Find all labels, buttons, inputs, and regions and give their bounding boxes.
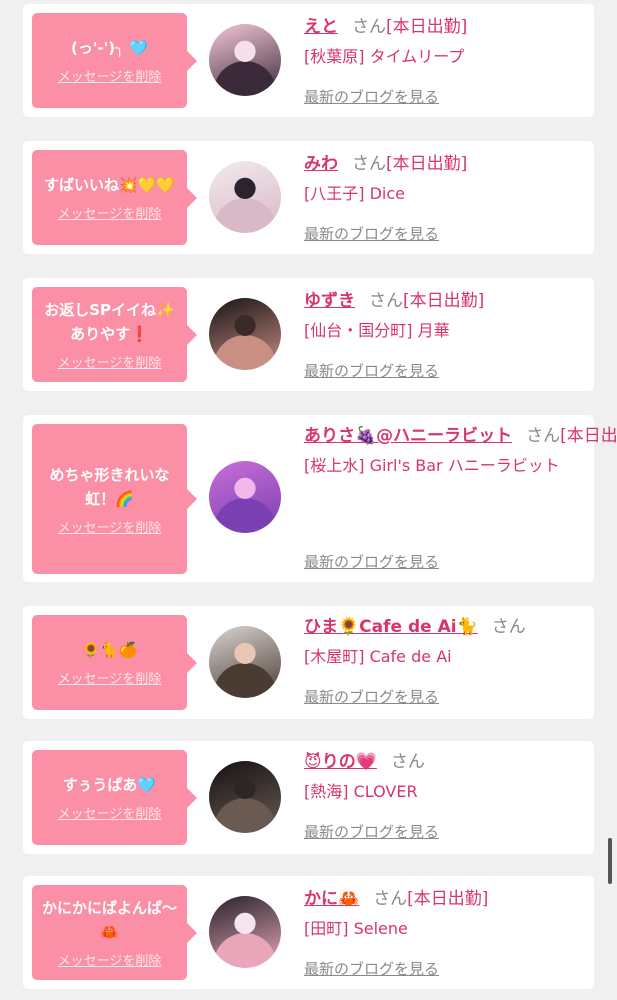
cast-name-link[interactable]: ありさ🍇@ハニーラビット xyxy=(304,426,512,446)
delete-message-link[interactable]: メッセージを削除 xyxy=(58,950,162,969)
cast-name-link[interactable]: 😈りの💗 xyxy=(304,752,377,772)
cast-info: かに🦀 さん[本日出勤] [田町] Selene 最新のブログを見る xyxy=(304,886,586,989)
honorific: さん xyxy=(491,617,526,637)
message-card: めちゃ形きれいな虹！🌈 メッセージを削除 ありさ🍇@ハニーラビットさん[本日出勤… xyxy=(23,415,617,582)
latest-blog-link[interactable]: 最新のブログを見る xyxy=(304,551,439,572)
delete-message-link[interactable]: メッセージを削除 xyxy=(58,517,162,536)
name-line: 😈りの💗 さん xyxy=(304,749,586,775)
honorific: さん xyxy=(526,426,561,446)
honorific: さん xyxy=(352,154,386,174)
latest-blog-link[interactable]: 最新のブログを見る xyxy=(304,821,439,842)
avatar[interactable] xyxy=(209,24,281,96)
cast-name-link[interactable]: ゆずき xyxy=(304,291,355,311)
shop-name: [田町] Selene xyxy=(304,919,408,938)
cast-name-link[interactable]: かに🦀 xyxy=(304,889,359,909)
shop-name: [秋葉原] タイムリープ xyxy=(304,47,465,66)
latest-blog-link[interactable]: 最新のブログを見る xyxy=(304,958,439,979)
latest-blog-link[interactable]: 最新のブログを見る xyxy=(304,686,439,707)
cast-info: ゆずき さん[本日出勤] [仙台・国分町] 月華 最新のブログを見る xyxy=(304,288,586,391)
honorific: さん xyxy=(369,291,403,311)
delete-message-link[interactable]: メッセージを削除 xyxy=(58,668,162,687)
avatar[interactable] xyxy=(209,761,281,833)
name-line: ゆずき さん[本日出勤] xyxy=(304,288,586,314)
name-line: かに🦀 さん[本日出勤] xyxy=(304,886,586,912)
delete-message-link[interactable]: メッセージを削除 xyxy=(58,352,162,371)
latest-blog-link[interactable]: 最新のブログを見る xyxy=(304,223,439,244)
name-line: みわ さん[本日出勤] xyxy=(304,151,586,177)
message-card: かにかにぱよんぱ〜🦀 メッセージを削除 かに🦀 さん[本日出勤] [田町] Sel… xyxy=(23,876,594,989)
latest-blog-link[interactable]: 最新のブログを見る xyxy=(304,86,439,107)
message-bubble: お返しSPイイね✨ありやす❗ メッセージを削除 xyxy=(32,287,197,382)
status-badge: [本日出勤] xyxy=(386,154,468,174)
shop-name: [仙台・国分町] 月華 xyxy=(304,321,450,340)
status-badge: [本日出勤] xyxy=(386,17,468,37)
name-line: えと さん[本日出勤] xyxy=(304,14,586,40)
avatar[interactable] xyxy=(209,161,281,233)
delete-message-link[interactable]: メッセージを削除 xyxy=(58,66,162,85)
cast-name-link[interactable]: ひま🌻Cafe de Ai🐈 xyxy=(304,617,478,637)
message-text: (っ'-')╮ 🩵 xyxy=(70,39,149,57)
message-bubble: 🌻🐈🍊 メッセージを削除 xyxy=(32,615,197,710)
honorific: さん xyxy=(390,752,425,772)
shop-name: [桜上水] Girl's Bar ハニーラビット xyxy=(304,456,560,475)
message-bubble: かにかにぱよんぱ〜🦀 メッセージを削除 xyxy=(32,885,197,980)
scrollbar[interactable] xyxy=(608,838,612,884)
cast-name-link[interactable]: えと xyxy=(304,17,338,37)
message-text: めちゃ形きれいな虹！🌈 xyxy=(49,465,170,508)
status-badge: [本日出勤] xyxy=(403,291,485,311)
delete-message-link[interactable]: メッセージを削除 xyxy=(58,203,162,222)
avatar[interactable] xyxy=(209,298,281,370)
status-badge: [本日出勤] xyxy=(560,426,617,446)
message-card: すばいいね💥💛💛 メッセージを削除 みわ さん[本日出勤] [八王子] Dice … xyxy=(23,141,594,254)
avatar[interactable] xyxy=(209,896,281,968)
cast-info: ひま🌻Cafe de Ai🐈 さん [木屋町] Cafe de Ai 最新のブログ… xyxy=(304,614,586,719)
message-card: すぅうぱあ🩵 メッセージを削除 😈りの💗 さん [熱海] CLOVER 最新のブロ… xyxy=(23,741,594,854)
message-text: すぅうぱあ🩵 xyxy=(62,776,157,794)
message-bubble: すばいいね💥💛💛 メッセージを削除 xyxy=(32,150,197,245)
latest-blog-link[interactable]: 最新のブログを見る xyxy=(304,360,439,381)
message-bubble: (っ'-')╮ 🩵 メッセージを削除 xyxy=(32,13,197,108)
honorific: さん xyxy=(352,17,386,37)
shop-name: [八王子] Dice xyxy=(304,184,405,203)
message-card: お返しSPイイね✨ありやす❗ メッセージを削除 ゆずき さん[本日出勤] [仙台・… xyxy=(23,278,594,391)
message-text: お返しSPイイね✨ありやす❗ xyxy=(44,301,175,343)
honorific: さん xyxy=(373,889,408,909)
delete-message-link[interactable]: メッセージを削除 xyxy=(58,803,162,822)
avatar[interactable] xyxy=(209,626,281,698)
cast-info: ありさ🍇@ハニーラビットさん[本日出勤] [桜上水] Girl's Bar ハニ… xyxy=(304,423,617,582)
name-line: ひま🌻Cafe de Ai🐈 さん xyxy=(304,614,586,640)
shop-name: [木屋町] Cafe de Ai xyxy=(304,647,452,666)
message-text: 🌻🐈🍊 xyxy=(81,641,138,659)
name-line: ありさ🍇@ハニーラビットさん[本日出勤] xyxy=(304,423,617,449)
message-bubble: めちゃ形きれいな虹！🌈 メッセージを削除 xyxy=(32,424,197,574)
message-bubble: すぅうぱあ🩵 メッセージを削除 xyxy=(32,750,197,845)
message-text: すばいいね💥💛💛 xyxy=(43,176,176,194)
cast-info: みわ さん[本日出勤] [八王子] Dice 最新のブログを見る xyxy=(304,151,586,254)
message-card: (っ'-')╮ 🩵 メッセージを削除 えと さん[本日出勤] [秋葉原] タイムリ… xyxy=(23,4,594,117)
shop-name: [熱海] CLOVER xyxy=(304,782,418,801)
message-text: かにかにぱよんぱ〜🦀 xyxy=(41,899,177,941)
status-badge: [本日出勤] xyxy=(407,889,489,909)
avatar[interactable] xyxy=(209,461,281,533)
cast-info: 😈りの💗 さん [熱海] CLOVER 最新のブログを見る xyxy=(304,749,586,854)
cast-name-link[interactable]: みわ xyxy=(304,154,338,174)
message-card: 🌻🐈🍊 メッセージを削除 ひま🌻Cafe de Ai🐈 さん [木屋町] Cafe… xyxy=(23,606,594,719)
cast-info: えと さん[本日出勤] [秋葉原] タイムリープ 最新のブログを見る xyxy=(304,14,586,117)
